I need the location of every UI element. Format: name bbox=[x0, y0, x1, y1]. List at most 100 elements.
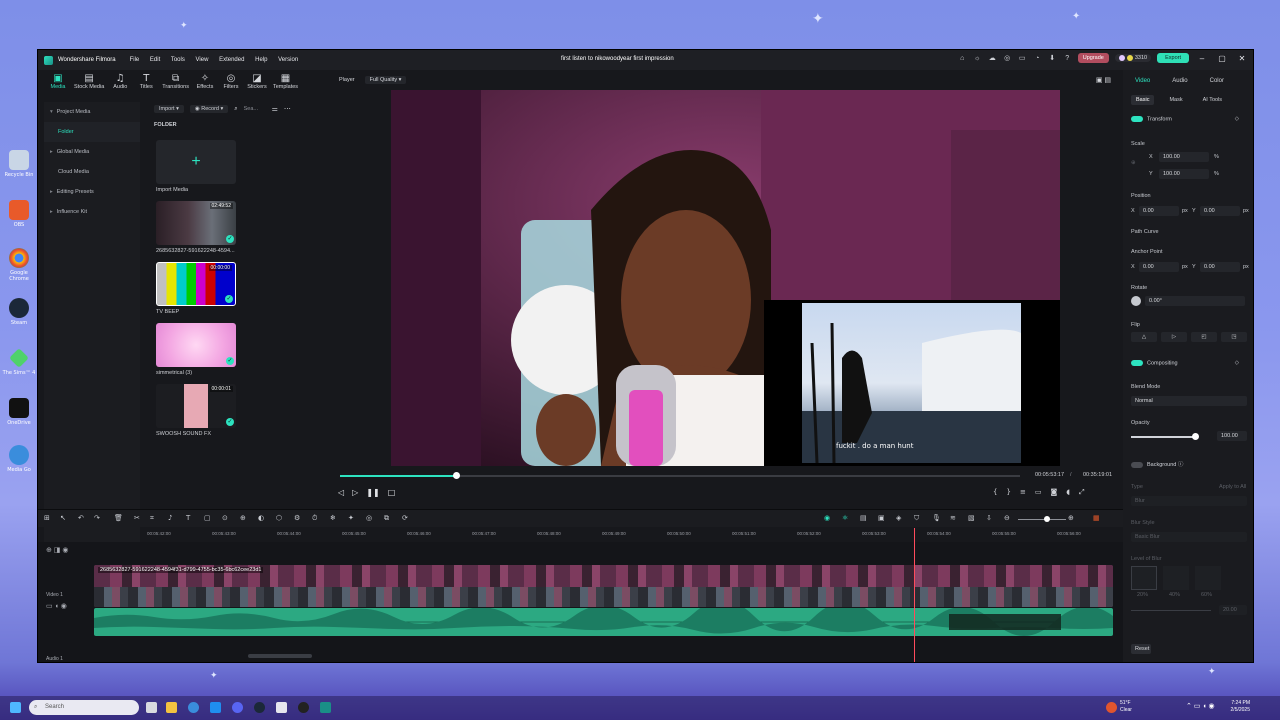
tab-stock-media[interactable]: ▤ Stock Media bbox=[74, 70, 104, 97]
zoom-icon[interactable]: ⊕ bbox=[240, 514, 246, 522]
desktop-icon-recycle-bin[interactable]: Recycle Bin bbox=[2, 150, 36, 178]
select-icon[interactable]: ↖ bbox=[60, 514, 66, 522]
text-icon[interactable]: T bbox=[186, 514, 190, 522]
blur-slider[interactable] bbox=[1131, 610, 1211, 611]
credits-badge[interactable]: 3310 bbox=[1114, 54, 1152, 62]
media-item[interactable]: 00:00:01 ✓ SWOOSH SOUND FX bbox=[156, 384, 236, 437]
task-view-icon[interactable] bbox=[146, 702, 157, 713]
store-icon[interactable] bbox=[210, 702, 221, 713]
desktop-icon-sims[interactable]: The Sims™ 4 bbox=[2, 348, 36, 376]
blend-mode-select[interactable]: Normal bbox=[1131, 396, 1247, 406]
blur-level-input[interactable]: 20.00 bbox=[1219, 605, 1247, 615]
export-frame-icon[interactable]: ⇩ bbox=[986, 514, 992, 522]
scale-y-input[interactable]: 100.00 bbox=[1159, 169, 1209, 179]
media-item[interactable]: 02:49:52 ✓ 2685632827-591622248-4594... bbox=[156, 201, 236, 254]
video-track-controls[interactable]: ▭ ◖ ◉ bbox=[38, 602, 93, 610]
speed-icon[interactable]: ⏱ bbox=[312, 514, 317, 523]
tab-transitions[interactable]: ⧉ Transitions bbox=[162, 70, 189, 97]
menu-view[interactable]: View bbox=[196, 57, 209, 63]
fullscreen-icon[interactable]: ⤢ bbox=[1079, 488, 1085, 497]
mixer-icon[interactable]: ≋ bbox=[950, 514, 956, 522]
previous-frame-icon[interactable]: ◁ bbox=[338, 488, 344, 497]
video-clip[interactable]: 2685632827-591622248-4594f31-d799-4755-b… bbox=[94, 565, 1113, 607]
mask-icon[interactable]: ⬡ bbox=[276, 514, 282, 522]
image-icon[interactable]: ▧ bbox=[968, 514, 975, 522]
taskbar-clock[interactable]: 7:24 PM 2/5/2025 bbox=[1231, 700, 1250, 714]
transform-section[interactable]: Transform ◇ bbox=[1123, 116, 1253, 122]
device-icon[interactable]: ▭ bbox=[1018, 54, 1027, 63]
volume-icon[interactable]: ◖ bbox=[1066, 488, 1070, 497]
obs-taskbar-icon[interactable] bbox=[298, 702, 309, 713]
import-button[interactable]: Import ▾ bbox=[154, 105, 184, 113]
nav-cloud-media[interactable]: Cloud Media bbox=[44, 162, 140, 182]
nav-global-media[interactable]: ▸ Global Media bbox=[44, 142, 140, 162]
keyframe-tl-icon[interactable]: ◈ bbox=[896, 514, 901, 522]
windows-start-icon[interactable] bbox=[10, 702, 21, 713]
desktop-icon-media-go[interactable]: Media Go bbox=[2, 445, 36, 473]
lock-icon[interactable]: ⊕ bbox=[1131, 160, 1136, 166]
nav-folder[interactable]: Folder bbox=[44, 122, 140, 142]
blur-level-20[interactable] bbox=[1131, 566, 1157, 590]
magnet-icon[interactable]: ⚛ bbox=[842, 514, 848, 522]
opacity-handle[interactable] bbox=[1192, 433, 1199, 440]
shield-icon[interactable]: ⛉ bbox=[914, 514, 919, 523]
zoom-out-icon[interactable]: ⊖ bbox=[1004, 514, 1010, 522]
weather-widget[interactable]: 51°F Clear bbox=[1120, 700, 1132, 714]
picture-in-picture[interactable]: fuckit . do a man hunt bbox=[764, 300, 1060, 466]
opacity-input[interactable]: 100.00 bbox=[1217, 431, 1247, 441]
play-icon[interactable]: ▷ bbox=[352, 488, 358, 497]
split-icon[interactable]: ✂ bbox=[134, 514, 140, 522]
zoom-slider[interactable] bbox=[1018, 519, 1066, 520]
position-y-input[interactable]: 0.00 bbox=[1200, 206, 1240, 216]
nav-influence-kit[interactable]: ▸ Influence Kit bbox=[44, 202, 140, 222]
tab-titles[interactable]: T Titles bbox=[136, 70, 156, 97]
tab-effects[interactable]: ✧ Effects bbox=[195, 70, 215, 97]
snapshot-icon[interactable]: ▣ ▤ bbox=[1096, 76, 1111, 84]
snap-icon[interactable]: ◉ bbox=[824, 514, 830, 522]
transform-toggle[interactable] bbox=[1131, 116, 1143, 122]
download-icon[interactable]: ⬇ bbox=[1048, 54, 1057, 63]
redo-icon[interactable]: ↷ bbox=[94, 514, 100, 522]
subtab-basic[interactable]: Basic bbox=[1131, 95, 1155, 105]
tab-templates[interactable]: ▦ Templates bbox=[273, 70, 298, 97]
audio-icon[interactable]: ♪ bbox=[168, 514, 172, 522]
blur-level-60[interactable] bbox=[1195, 566, 1221, 590]
grid-icon[interactable]: ▦ bbox=[1093, 514, 1100, 522]
rotate-left-button[interactable]: ◰ bbox=[1191, 332, 1217, 342]
theme-icon[interactable]: ☼ bbox=[973, 54, 982, 63]
marker-icon[interactable]: ▤ bbox=[860, 514, 867, 522]
crop-frame-icon[interactable]: ▢ bbox=[204, 514, 211, 522]
undo-icon[interactable]: ↶ bbox=[78, 514, 84, 522]
tab-stickers[interactable]: ◪ Stickers bbox=[247, 70, 267, 97]
menu-version[interactable]: Version bbox=[278, 57, 298, 63]
opacity-slider[interactable] bbox=[1131, 436, 1193, 438]
minimize-icon[interactable]: – bbox=[1195, 54, 1209, 63]
blur-level-40[interactable] bbox=[1163, 566, 1189, 590]
mark-in-icon[interactable]: { bbox=[993, 488, 997, 497]
menu-file[interactable]: File bbox=[130, 57, 140, 63]
ai-icon[interactable]: ✦ bbox=[348, 514, 354, 522]
desktop-icon-obs[interactable]: OBS bbox=[2, 200, 36, 228]
tab-media[interactable]: ▣ Media bbox=[48, 70, 68, 97]
render-preview-icon[interactable]: ▣ bbox=[878, 514, 885, 522]
steam-taskbar-icon[interactable] bbox=[254, 702, 265, 713]
zoom-handle[interactable] bbox=[1044, 516, 1050, 522]
subtab-mask[interactable]: Mask bbox=[1164, 95, 1187, 105]
tray-icons[interactable]: ⌃ ▭ ◖ ◉ bbox=[1186, 702, 1215, 710]
compositing-section[interactable]: Compositing ◇ bbox=[1123, 360, 1253, 366]
rotate-right-button[interactable]: ◳ bbox=[1221, 332, 1247, 342]
scale-x-input[interactable]: 100.00 bbox=[1159, 152, 1209, 162]
discord-icon[interactable] bbox=[232, 702, 243, 713]
tab-video[interactable]: Video bbox=[1135, 78, 1150, 84]
keyframe-icon[interactable]: ◇ bbox=[1235, 116, 1239, 122]
layout-icon[interactable]: ⊞ bbox=[44, 514, 50, 522]
record-button[interactable]: ◉ Record ▾ bbox=[189, 105, 229, 113]
freeze-icon[interactable]: ❄ bbox=[330, 514, 336, 522]
help-icon[interactable]: ? bbox=[1063, 54, 1072, 63]
nav-project-media[interactable]: ▾ Project Media bbox=[44, 102, 140, 122]
filmora-taskbar-icon[interactable] bbox=[320, 702, 331, 713]
anchor-x-input[interactable]: 0.00 bbox=[1139, 262, 1179, 272]
reset-button[interactable]: Reset bbox=[1131, 644, 1151, 654]
chrome-taskbar-icon[interactable] bbox=[188, 702, 199, 713]
camera-icon[interactable]: ◙ bbox=[1050, 488, 1057, 497]
